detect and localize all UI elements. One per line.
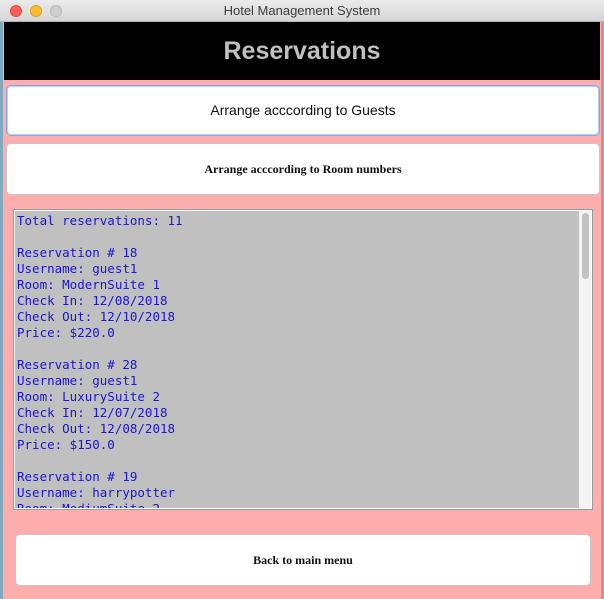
reservations-text-area[interactable]: Total reservations: 11 Reservation # 18 Us… — [15, 211, 579, 508]
page-header: Reservations — [4, 22, 600, 80]
reservation-text-line: Check In: 12/07/2018 — [17, 405, 168, 420]
reservation-text-line: Check Out: 12/10/2018 — [17, 309, 176, 324]
window-left-edge — [0, 22, 3, 599]
window-title: Hotel Management System — [223, 3, 381, 18]
reservation-text-line: Room: LuxurySuite 2 — [17, 389, 160, 404]
reservation-text-line: Check In: 12/08/2018 — [17, 293, 168, 308]
reservation-text-line: Price: $220.0 — [17, 325, 115, 340]
reservations-text-area-container[interactable]: Total reservations: 11 Reservation # 18 Us… — [13, 209, 593, 510]
back-to-main-menu-button[interactable]: Back to main menu — [15, 534, 591, 586]
vertical-scrollbar[interactable] — [579, 211, 591, 508]
reservation-text-line: Reservation # 18 — [17, 245, 138, 260]
reservation-text-line: Total reservations: 11 — [17, 213, 183, 228]
page-title: Reservations — [223, 37, 381, 65]
reservation-text-line: Username: guest1 — [17, 261, 138, 276]
arrange-by-room-numbers-button[interactable]: Arrange acccording to Room numbers — [6, 143, 600, 195]
reservation-text-line: Username: harrypotter — [17, 485, 176, 500]
reservation-text-line: Username: guest1 — [17, 373, 138, 388]
arrange-by-guests-button[interactable]: Arrange acccording to Guests — [6, 85, 600, 136]
scrollbar-thumb[interactable] — [582, 213, 589, 279]
reservation-text-line: Room: MediumSuite 2 — [17, 501, 579, 508]
reservation-text-line — [17, 453, 579, 469]
app-window: Hotel Management System Reservations Arr… — [0, 0, 604, 599]
reservation-text-line: Room: ModernSuite 1 — [17, 277, 160, 292]
reservation-text-line: Reservation # 28 — [17, 357, 138, 372]
reservation-text-line: Reservation # 19 — [17, 469, 138, 484]
title-bar[interactable]: Hotel Management System — [0, 0, 604, 22]
reservation-text-line — [17, 229, 579, 245]
reservation-text-line: Price: $150.0 — [17, 437, 115, 452]
reservation-text-line — [17, 341, 579, 357]
reservation-text-line: Check Out: 12/08/2018 — [17, 421, 176, 436]
